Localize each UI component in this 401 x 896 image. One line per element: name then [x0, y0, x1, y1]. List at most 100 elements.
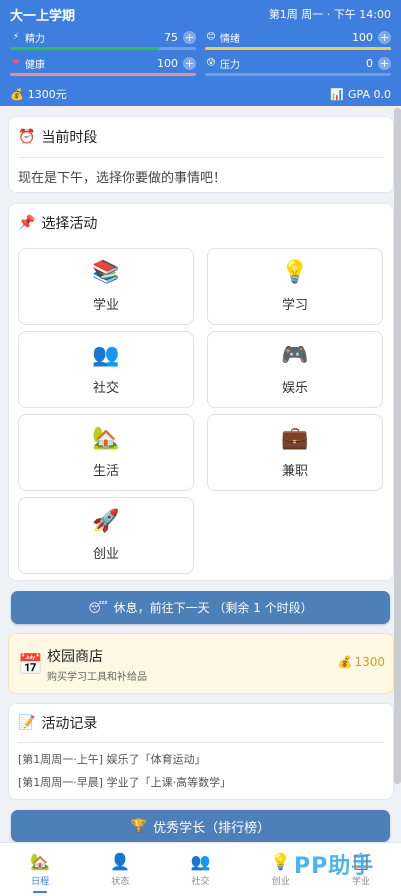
sleeping-face-icon: 😴 [88, 600, 108, 615]
add-stress-button[interactable]: + [378, 56, 391, 70]
stat-label: 情绪 [220, 33, 240, 45]
lightbulb-icon: 💡 [281, 259, 309, 285]
stat-bar [205, 73, 391, 76]
lightbulb-icon: 💡 [270, 851, 291, 871]
activity-part-time[interactable]: 💼 兼职 [207, 414, 383, 491]
rocket-icon: 🚀 [92, 508, 120, 534]
shop-subtitle: 购买学习工具和补给品 [47, 672, 147, 683]
current-period-card: ⏰ 当前时段 现在是下午，选择你要做的事情吧！ [8, 116, 394, 193]
add-mood-button[interactable]: + [378, 30, 391, 44]
heart-icon: ❤ [12, 58, 20, 68]
people-icon: 👥 [190, 851, 211, 871]
activity-grid: 📚 学业 💡 学习 👥 社交 🎮 娱乐 🏡 生活 💼 兼职 🚀 创业 [18, 248, 383, 574]
activity-social[interactable]: 👥 社交 [18, 331, 194, 408]
activity-academics[interactable]: 📚 学业 [18, 248, 194, 325]
activity-startup[interactable]: 🚀 创业 [18, 497, 194, 574]
add-energy-button[interactable]: + [183, 30, 196, 44]
card-title: ⏰ 当前时段 [18, 117, 384, 157]
trophy-icon: 🏆 [130, 818, 148, 834]
person-icon: 👤 [110, 851, 131, 871]
shop-price-value: 1300 [354, 655, 385, 669]
activity-label: 创业 [92, 546, 119, 562]
stat-bar-fill [10, 73, 196, 76]
activity-label: 娱乐 [281, 380, 308, 396]
tab-label: 状态 [111, 876, 130, 887]
stat-label: 精力 [25, 33, 45, 45]
money-amount: 1300元 [27, 88, 67, 101]
rest-next-day-button[interactable]: 😴 休息，前往下一天 （剩余 1 个时段） [11, 591, 390, 624]
smile-icon: 😊 [206, 32, 216, 42]
tab-label: 创业 [271, 876, 290, 887]
alarm-clock-icon: ⏰ [18, 129, 36, 145]
activity-label: 兼职 [281, 463, 308, 479]
shop-title: 校园商店 [47, 649, 103, 665]
stat-value: 100 [352, 30, 373, 44]
campus-shop[interactable]: 📅 校园商店 购买学习工具和补给品 💰 1300 [8, 633, 394, 694]
leaderboard-label: 优秀学长（排行榜） [153, 820, 271, 836]
home-icon: 🏡 [30, 851, 51, 871]
add-health-button[interactable]: + [183, 56, 196, 70]
pushpin-icon: 📌 [18, 215, 36, 231]
lightning-icon: ⚡ [12, 32, 20, 42]
activity-log-title: 活动记录 [41, 716, 98, 732]
stat-value: 0 [366, 56, 373, 70]
rest-button-label: 休息，前往下一天 （剩余 1 个时段） [113, 601, 313, 615]
briefcase-icon: 💼 [281, 425, 309, 451]
tab-status[interactable]: 👤 状态 [80, 843, 160, 896]
leaderboard-button[interactable]: 🏆 优秀学长（排行榜） [11, 810, 390, 842]
people-icon: 👥 [92, 342, 120, 368]
stat-energy: ⚡ 精力 75 + [10, 28, 196, 54]
stat-bar [10, 47, 196, 50]
shop-price: 💰 1300 [338, 655, 386, 669]
money-bag-icon: 💰 [337, 655, 353, 669]
activity-life[interactable]: 🏡 生活 [18, 414, 194, 491]
current-period-title: 当前时段 [41, 130, 98, 146]
activity-study[interactable]: 💡 学习 [207, 248, 383, 325]
bottom-tab-bar: 🏡 日程 👤 状态 👥 社交 💡 创业 📋 学业 [0, 842, 401, 896]
gpa-display: 📊 GPA 0.0 [330, 88, 391, 101]
tab-startup[interactable]: 💡 创业 [241, 843, 321, 896]
active-tab-indicator [33, 891, 48, 893]
gamepad-icon: 🎮 [281, 342, 309, 368]
status-header: 大一上学期 第1周 周一 · 下午 14:00 ⚡ 精力 75 + 😊 情绪 1… [0, 0, 401, 106]
tab-label: 学业 [351, 876, 370, 887]
stat-value: 75 [164, 30, 178, 44]
card-title: 📌 选择活动 [18, 204, 97, 242]
stat-stress: 😰 压力 0 + [205, 54, 391, 80]
log-entry: [第1周周一·上午] 娱乐了「体育运动」 [18, 753, 206, 766]
tab-social[interactable]: 👥 社交 [160, 843, 240, 896]
stat-health: ❤ 健康 100 + [10, 54, 196, 80]
tab-label: 日程 [31, 876, 50, 887]
current-period-text: 现在是下午，选择你要做的事情吧！ [18, 171, 227, 186]
stat-value: 100 [157, 56, 178, 70]
activity-label: 学业 [92, 297, 119, 313]
activity-entertainment[interactable]: 🎮 娱乐 [207, 331, 383, 408]
calendar-icon: 📅 [18, 652, 43, 676]
game-time: 第1周 周一 · 下午 14:00 [268, 8, 391, 21]
stat-label: 健康 [25, 59, 45, 71]
activity-label: 社交 [92, 380, 119, 396]
scrollbar[interactable] [394, 108, 401, 784]
clipboard-icon: 📋 [350, 851, 371, 871]
stat-label: 压力 [220, 59, 240, 71]
stress-face-icon: 😰 [206, 58, 216, 68]
tab-academics[interactable]: 📋 学业 [321, 843, 401, 896]
gpa-value: GPA 0.0 [348, 87, 391, 101]
divider [18, 157, 384, 158]
divider [18, 742, 384, 743]
stat-bar-fill [10, 47, 159, 50]
log-entry: [第1周周一·早晨] 学业了「上课·高等数学」 [18, 776, 232, 789]
house-icon: 🏡 [92, 425, 120, 451]
stat-bar [205, 47, 391, 50]
activity-log-card: 📝 活动记录 [第1周周一·上午] 娱乐了「体育运动」 [第1周周一·早晨] 学… [8, 703, 394, 800]
activity-label: 生活 [92, 463, 119, 479]
semester-title: 大一上学期 [10, 8, 76, 24]
activity-card: 📌 选择活动 📚 学业 💡 学习 👥 社交 🎮 娱乐 🏡 生活 💼 兼职 🚀 创… [8, 203, 394, 581]
stat-bar [10, 73, 196, 76]
activity-label: 学习 [281, 297, 308, 313]
memo-icon: 📝 [18, 715, 36, 731]
stat-bar-fill [205, 47, 391, 50]
tab-schedule[interactable]: 🏡 日程 [0, 843, 80, 896]
activity-card-title: 选择活动 [41, 216, 98, 232]
chart-icon: 📊 [330, 87, 345, 101]
